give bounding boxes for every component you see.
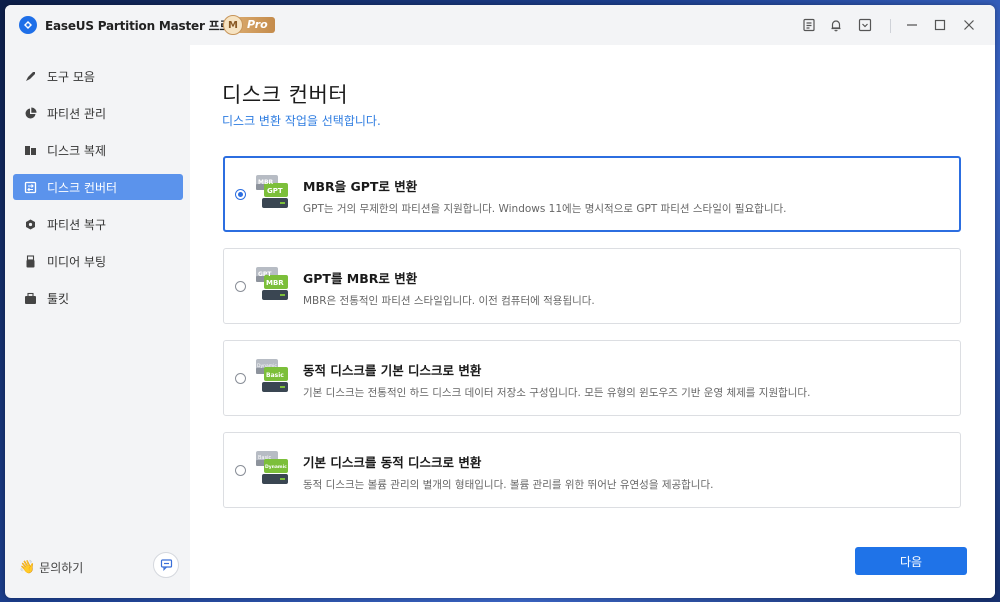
option-title: GPT를 MBR로 변환 (303, 271, 418, 286)
notes-icon[interactable] (800, 16, 818, 34)
sidebar-item-disk-converter[interactable]: 디스크 컨버터 (13, 174, 183, 200)
contact-label: 문의하기 (39, 561, 84, 575)
sidebar-item-label: 파티션 관리 (47, 106, 107, 121)
sidebar-item-label: 디스크 컨버터 (47, 180, 118, 195)
disk-convert-icon: Basic Dynamic (256, 450, 290, 488)
page-title: 디스크 컨버터 (222, 83, 349, 107)
icon-bottom-label: GPT (267, 187, 283, 195)
sidebar-item-label: 미디어 부팅 (47, 254, 107, 269)
pro-badge[interactable]: M Pro (223, 15, 279, 35)
radio-button[interactable] (235, 373, 246, 384)
disk-convert-icon: GPT MBR (256, 266, 290, 304)
option-description: MBR은 전통적인 파티션 스타일입니다. 이전 컴퓨터에 적용됩니다. (303, 295, 595, 307)
radio-button[interactable] (235, 281, 246, 292)
contact-link[interactable]: 👋 문의하기 (19, 559, 83, 576)
icon-bottom-label: MBR (266, 279, 284, 287)
disk-convert-icon: MBR GPT (256, 174, 290, 212)
dropdown-icon[interactable] (856, 16, 874, 34)
sidebar: 도구 모음 파티션 관리 디스크 복제 디스크 컨버터 파티션 복구 미디어 부… (5, 45, 190, 598)
sidebar-item-toolbox[interactable]: 도구 모음 (13, 63, 183, 89)
titlebar-divider (890, 19, 891, 33)
pie-chart-icon (23, 106, 37, 120)
app-window: EaseUS Partition Master 프로 버전 M Pro 도구 모… (5, 5, 995, 598)
option-mbr-to-gpt[interactable]: MBR GPT MBR을 GPT로 변환 GPT는 거의 무제한의 파티션을 지… (223, 156, 961, 232)
disk-convert-icon: Dynamic Basic (256, 358, 290, 396)
hand-icon: 👋 (19, 560, 36, 575)
maximize-icon[interactable] (931, 16, 949, 34)
sidebar-item-label: 툴킷 (47, 291, 70, 306)
close-icon[interactable] (960, 16, 978, 34)
option-dynamic-to-basic[interactable]: Dynamic Basic 동적 디스크를 기본 디스크로 변환 기본 디스크는… (223, 340, 961, 416)
feedback-button[interactable] (153, 552, 179, 578)
sidebar-item-toolkit[interactable]: 툴킷 (13, 285, 183, 311)
sidebar-item-partition-manager[interactable]: 파티션 관리 (13, 100, 183, 126)
recovery-icon (23, 217, 37, 231)
sidebar-item-label: 도구 모음 (47, 69, 95, 84)
title-bar: EaseUS Partition Master 프로 버전 M Pro (5, 5, 995, 45)
sidebar-item-disk-clone[interactable]: 디스크 복제 (13, 137, 183, 163)
convert-icon (23, 180, 37, 194)
radio-button[interactable] (235, 465, 246, 476)
sidebar-item-bootable-media[interactable]: 미디어 부팅 (13, 248, 183, 274)
sidebar-item-label: 디스크 복제 (47, 143, 107, 158)
icon-top-label: Basic (258, 455, 271, 461)
app-logo-icon (19, 16, 37, 34)
icon-bottom-label: Dynamic (265, 464, 287, 470)
icon-top-label: MBR (258, 179, 274, 186)
sidebar-item-label: 파티션 복구 (47, 217, 107, 232)
rocket-icon (23, 69, 37, 83)
option-description: 기본 디스크는 전통적인 하드 디스크 데이터 저장소 구성입니다. 모든 유형… (303, 387, 811, 399)
option-description: GPT는 거의 무제한의 파티션을 지원합니다. Windows 11에는 명시… (303, 203, 787, 215)
icon-bottom-label: Basic (266, 372, 284, 379)
option-title: 기본 디스크를 동적 디스크로 변환 (303, 455, 482, 470)
option-title: MBR을 GPT로 변환 (303, 179, 418, 194)
pro-badge-letter: M (223, 15, 243, 35)
option-title: 동적 디스크를 기본 디스크로 변환 (303, 363, 482, 378)
chat-icon (160, 556, 173, 575)
icon-top-label: GPT (258, 271, 272, 278)
toolkit-icon (23, 291, 37, 305)
radio-button[interactable] (235, 189, 246, 200)
bell-icon[interactable] (827, 16, 845, 34)
clone-icon (23, 143, 37, 157)
option-description: 동적 디스크는 볼륨 관리의 별개의 형태입니다. 볼륨 관리를 위한 뛰어난 … (303, 479, 714, 491)
page-subtitle: 디스크 변환 작업을 선택합니다. (222, 114, 381, 128)
option-basic-to-dynamic[interactable]: Basic Dynamic 기본 디스크를 동적 디스크로 변환 동적 디스크는… (223, 432, 961, 508)
sidebar-item-partition-recovery[interactable]: 파티션 복구 (13, 211, 183, 237)
option-gpt-to-mbr[interactable]: GPT MBR GPT를 MBR로 변환 MBR은 전통적인 파티션 스타일입니… (223, 248, 961, 324)
next-button[interactable]: 다음 (855, 547, 967, 575)
main-panel: 디스크 컨버터 디스크 변환 작업을 선택합니다. MBR GPT MBR을 G… (190, 45, 995, 598)
usb-icon (23, 254, 37, 268)
minimize-icon[interactable] (903, 16, 921, 34)
icon-top-label: Dynamic (257, 363, 277, 369)
